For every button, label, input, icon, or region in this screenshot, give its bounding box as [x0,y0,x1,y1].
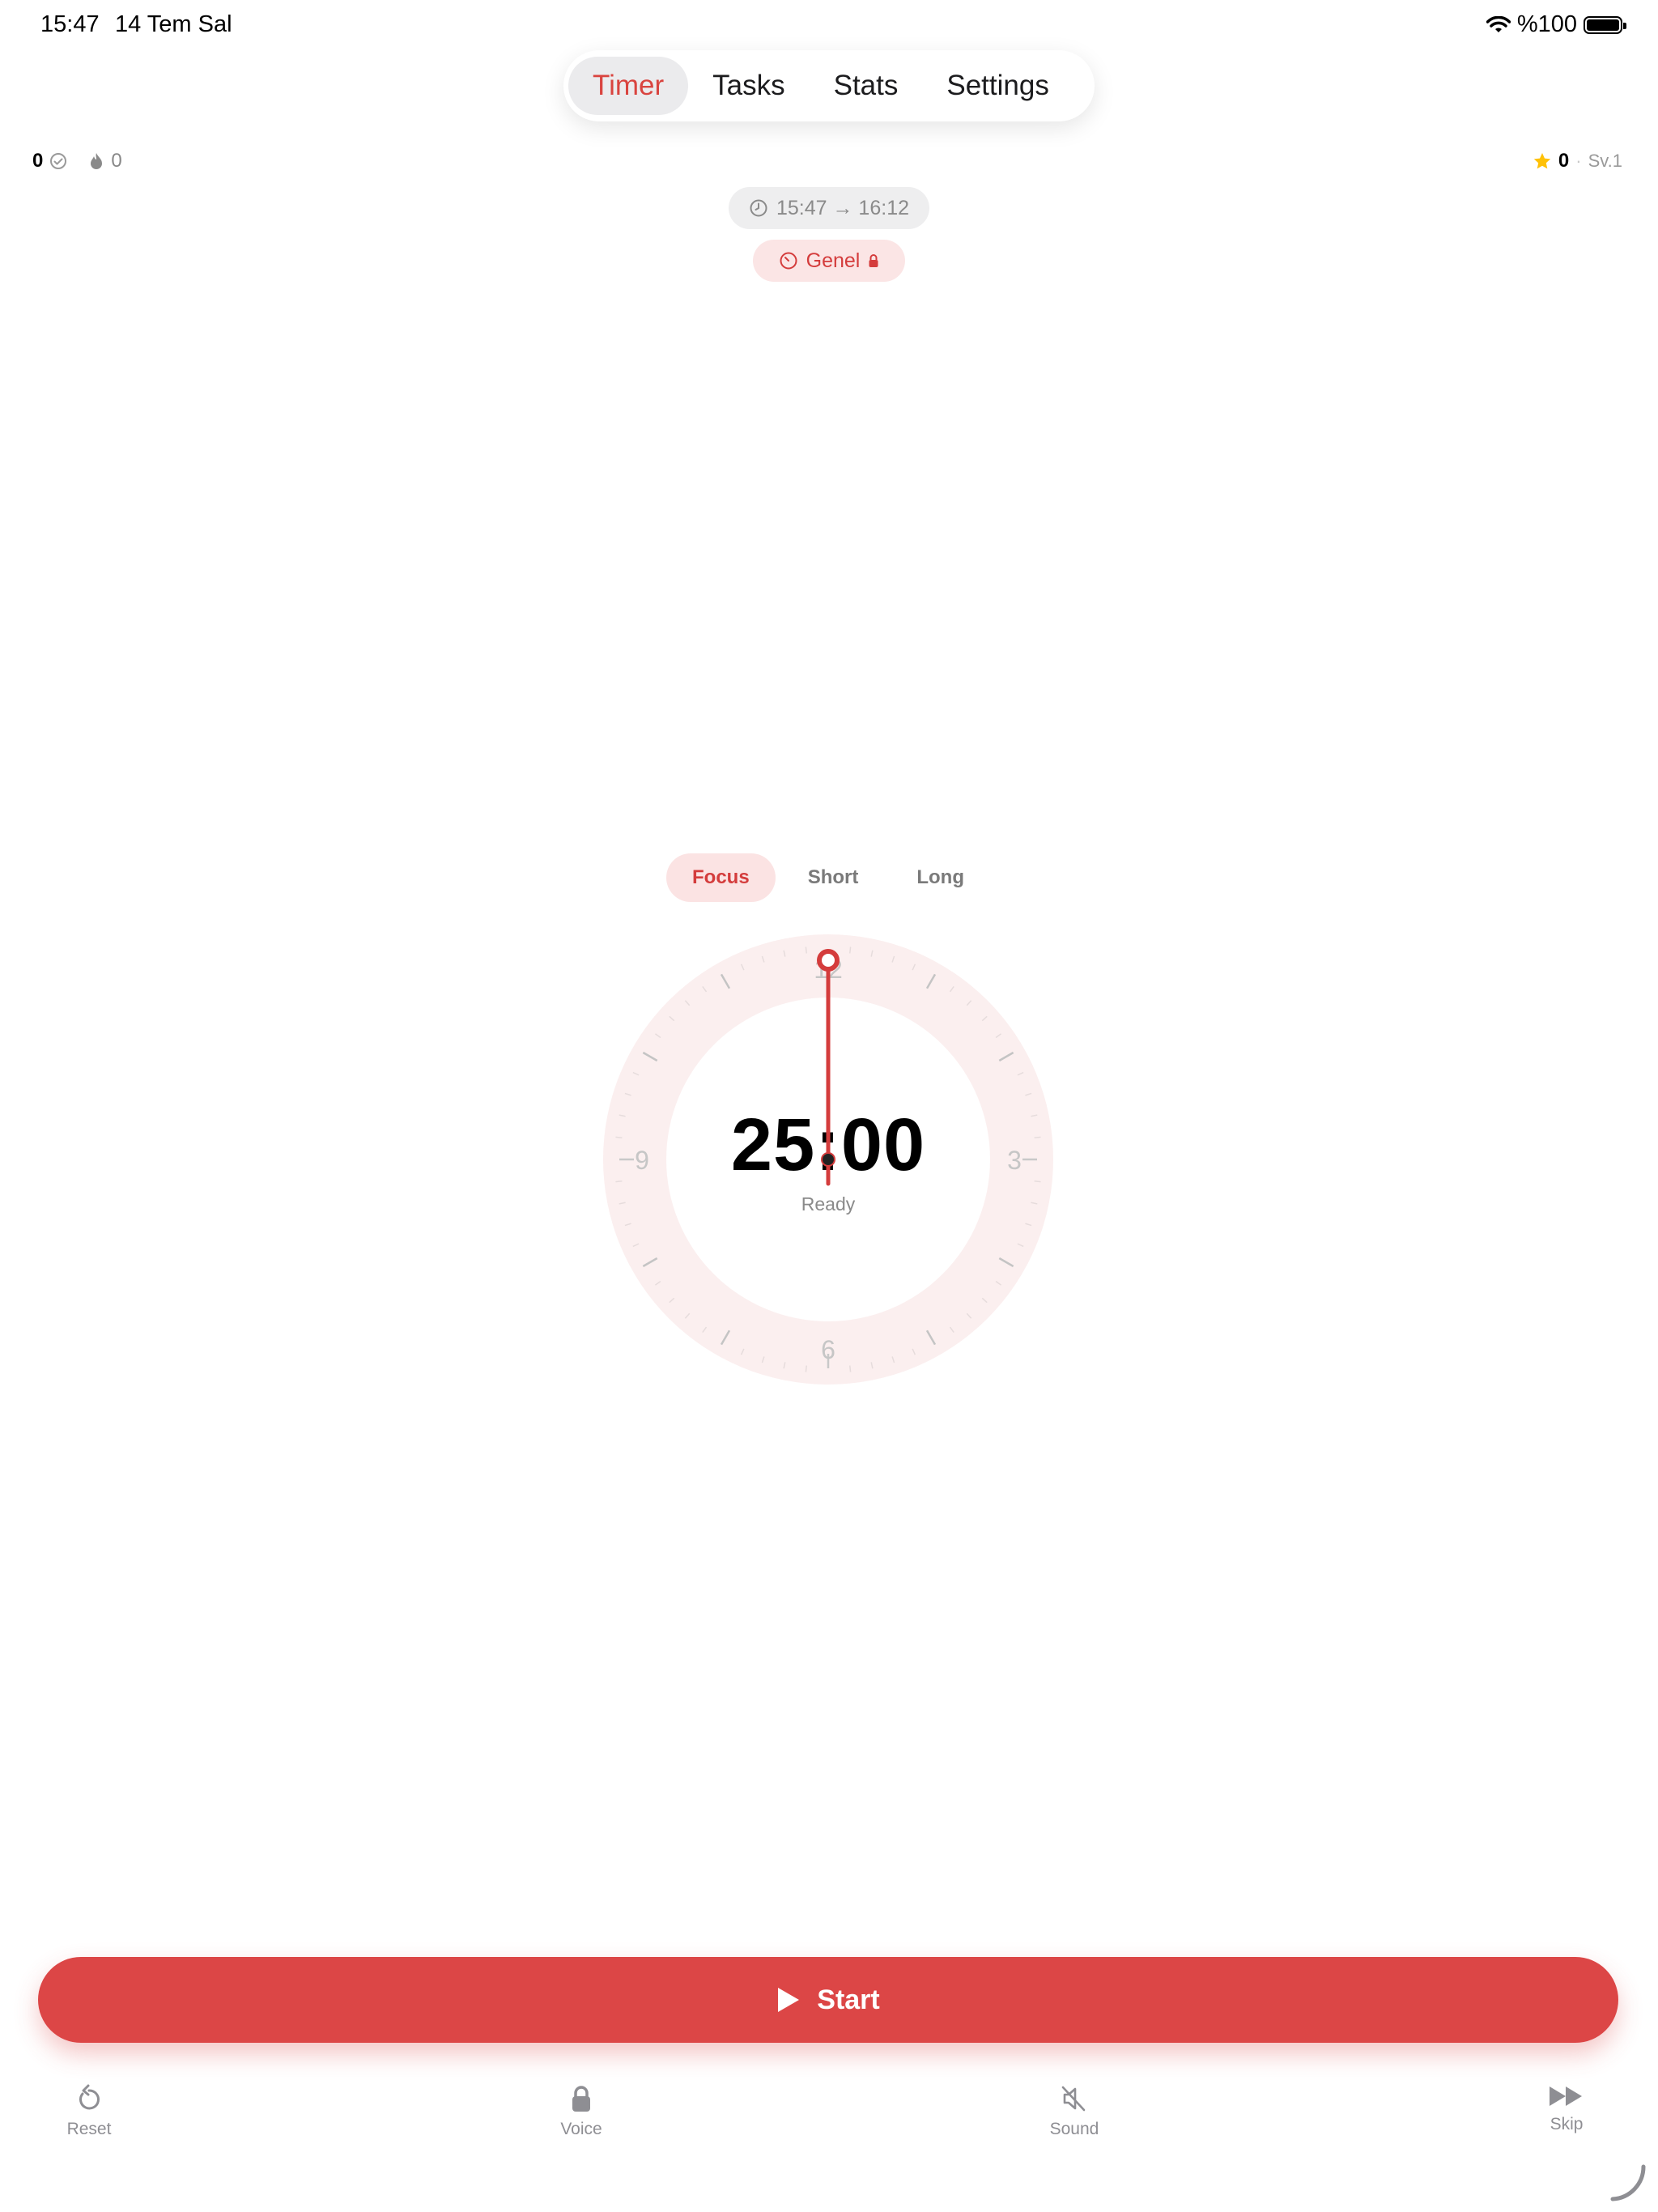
sound-label: Sound [1049,2120,1099,2138]
skip-label: Skip [1550,2115,1584,2133]
status-time: 15:47 [40,11,100,37]
tab-tasks[interactable]: Tasks [688,57,809,115]
scroll-indicator [1610,2164,1646,2201]
level-stats: 0 · Sv.1 [1533,150,1622,172]
level-label: Sv.1 [1588,151,1622,171]
reset-icon [79,2084,100,2110]
star-count: 0 [1558,150,1570,172]
status-date: 14 Tem Sal [115,11,232,37]
lock-icon [869,254,878,267]
reset-label: Reset [66,2120,112,2138]
skip-button[interactable]: Skip [1534,2084,1599,2134]
fast-forward-icon [1550,2087,1582,2106]
flame-icon [91,153,103,169]
mode-selector: Focus Short Long [666,853,990,902]
play-icon [778,1988,800,2012]
check-circle-icon [50,153,67,169]
speaker-muted-icon [1061,2086,1086,2112]
start-button[interactable]: Start [38,1957,1618,2043]
clock-icon [750,199,767,217]
timer-state: Ready [801,1193,856,1214]
time-range: 15:47 → 16:12 [776,196,909,219]
tab-stats[interactable]: Stats [810,57,923,115]
mode-focus[interactable]: Focus [666,853,776,902]
tab-timer[interactable]: Timer [568,57,689,115]
battery-percent: %100 [1516,11,1577,37]
completed-count: 0 [32,150,44,172]
streak-count: 0 [111,150,122,172]
mode-short[interactable]: Short [782,853,885,902]
voice-label: Voice [560,2120,602,2138]
tab-settings[interactable]: Settings [922,57,1073,115]
star-icon [1533,153,1551,169]
sound-button[interactable]: Sound [1042,2084,1107,2139]
timer-icon [780,252,797,270]
session-stats: 0 0 [32,150,122,172]
category-pill[interactable]: Genel [753,240,905,282]
wifi-icon [1486,15,1511,32]
time-range-pill: 15:47 → 16:12 [729,187,929,229]
voice-button[interactable]: Voice [549,2084,614,2139]
battery-icon [1584,15,1626,34]
category-label: Genel [806,249,861,272]
reset-button[interactable]: Reset [57,2084,121,2139]
main-tabs: Timer Tasks Stats Settings [563,50,1095,121]
clock-hand[interactable] [603,934,1053,1385]
status-right: %100 [1486,11,1626,38]
mode-long[interactable]: Long [891,853,990,902]
lock-icon [572,2086,590,2112]
start-label: Start [817,1984,880,2015]
